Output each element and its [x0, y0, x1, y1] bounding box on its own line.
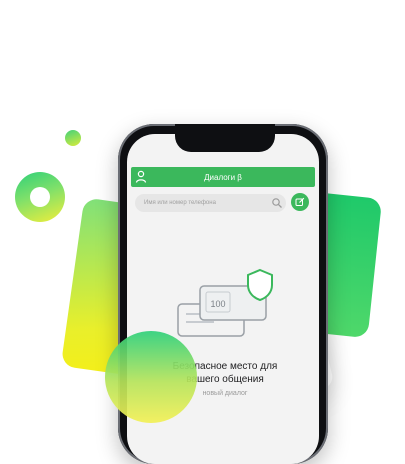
security-illustration: 100 [177, 268, 273, 337]
phone-notch [175, 124, 275, 152]
search-input[interactable]: Имя или номер телефона [135, 194, 286, 212]
decorative-ring-hole [30, 187, 50, 207]
compose-button[interactable] [291, 193, 309, 211]
compose-icon [295, 197, 305, 206]
decorative-dot [65, 130, 81, 146]
search-icon[interactable] [271, 197, 283, 209]
illustration-amount: 100 [210, 299, 225, 309]
search-placeholder: Имя или номер телефона [144, 200, 216, 206]
app-title: Диалоги β [204, 172, 242, 182]
decorative-bubble [105, 331, 197, 423]
person-icon[interactable] [135, 170, 147, 184]
shield-icon [247, 268, 273, 302]
app-bar: Диалоги β [131, 167, 315, 187]
